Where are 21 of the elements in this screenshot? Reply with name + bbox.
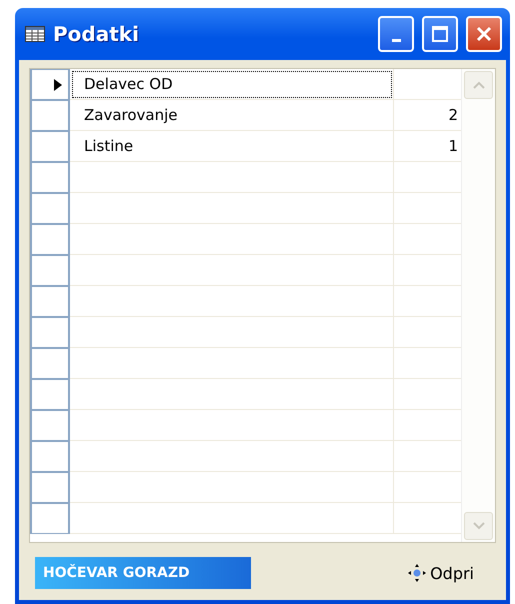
open-button[interactable]: Odpri [406, 562, 476, 584]
chevron-down-icon [472, 522, 486, 530]
chevron-up-icon [472, 81, 486, 89]
maximize-button[interactable] [422, 16, 458, 52]
move-arrows-icon [408, 564, 426, 582]
maximize-icon [431, 25, 449, 43]
scroll-up-button[interactable] [464, 71, 493, 99]
table-cell: Delavec OD [70, 69, 394, 100]
table-cell: Listine [70, 131, 394, 162]
window-title: Podatki [53, 22, 140, 46]
scroll-down-button[interactable] [464, 512, 493, 540]
table-cell: Zavarovanje [70, 100, 394, 131]
pointer-icon [54, 78, 62, 90]
minimize-button[interactable] [378, 16, 414, 52]
close-icon [475, 25, 493, 43]
minimize-icon [392, 38, 400, 42]
row-selector[interactable] [30, 69, 70, 100]
user-name-banner: HOČEVAR GORAZD [35, 557, 251, 589]
close-button[interactable] [466, 16, 502, 52]
table-icon [25, 26, 45, 42]
scrollbar[interactable] [461, 69, 495, 542]
